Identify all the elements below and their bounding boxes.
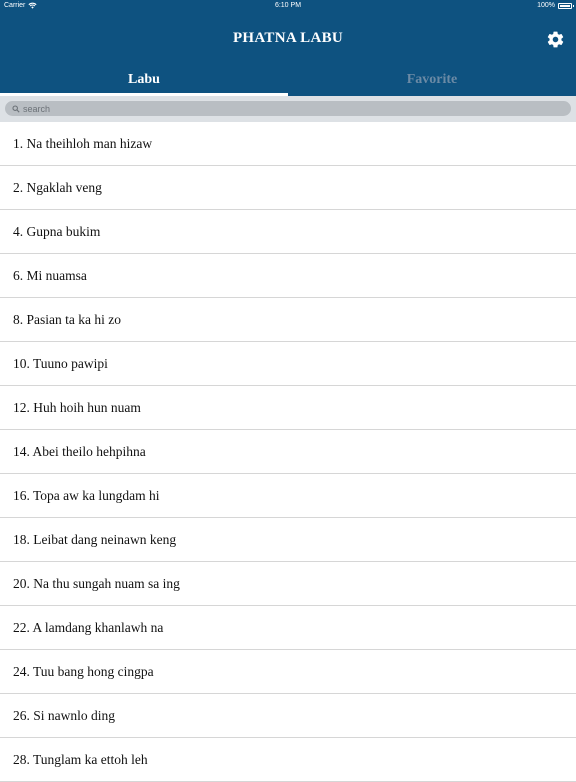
search-field[interactable] — [5, 101, 571, 116]
list-item[interactable]: 18. Leibat dang neinawn keng — [0, 518, 576, 562]
tab-favorite[interactable]: Favorite — [288, 66, 576, 96]
list-item[interactable]: 8. Pasian ta ka hi zo — [0, 298, 576, 342]
song-list: 1. Na theihloh man hizaw 2. Ngaklah veng… — [0, 122, 576, 782]
list-item[interactable]: 28. Tunglam ka ettoh leh — [0, 738, 576, 782]
list-item[interactable]: 4. Gupna bukim — [0, 210, 576, 254]
status-time: 6:10 PM — [274, 2, 302, 9]
list-item[interactable]: 20. Na thu sungah nuam sa ing — [0, 562, 576, 606]
battery-icon — [558, 2, 574, 9]
list-item[interactable]: 1. Na theihloh man hizaw — [0, 122, 576, 166]
list-item[interactable]: 22. A lamdang khanlawh na — [0, 606, 576, 650]
list-item[interactable]: 26. Si nawnlo ding — [0, 694, 576, 738]
list-item[interactable]: 14. Abei theilo hehpihna — [0, 430, 576, 474]
list-item[interactable]: 2. Ngaklah veng — [0, 166, 576, 210]
gear-icon — [546, 30, 565, 49]
settings-button[interactable] — [544, 28, 566, 50]
search-input[interactable] — [23, 103, 543, 114]
page-title: PHATNA LABU — [232, 30, 344, 46]
tab-bar: Labu Favorite — [0, 66, 576, 96]
list-item[interactable]: 6. Mi nuamsa — [0, 254, 576, 298]
battery-percent: 100% — [537, 2, 555, 9]
list-item[interactable]: 10. Tuuno pawipi — [0, 342, 576, 386]
list-item[interactable]: 16. Topa aw ka lungdam hi — [0, 474, 576, 518]
status-bar: Carrier 6:10 PM 100% — [0, 0, 576, 12]
search-bar — [0, 96, 576, 122]
search-icon — [12, 104, 20, 113]
list-item[interactable]: 24. Tuu bang hong cingpa — [0, 650, 576, 694]
list-item[interactable]: 12. Huh hoih hun nuam — [0, 386, 576, 430]
tab-labu[interactable]: Labu — [0, 66, 288, 96]
status-right: 100% — [537, 2, 574, 9]
navigation-header: Carrier 6:10 PM 100% PHATNA LABU Labu Fa… — [0, 0, 576, 96]
